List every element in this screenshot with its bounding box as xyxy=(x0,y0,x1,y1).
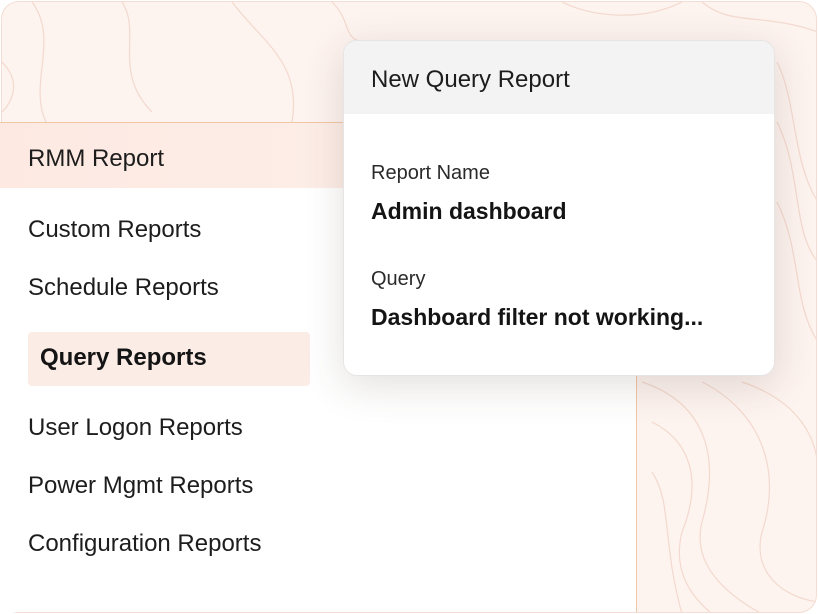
sidebar-item-power-mgmt-reports[interactable]: Power Mgmt Reports xyxy=(28,472,253,500)
report-name-label: Report Name xyxy=(371,162,490,184)
sidebar-item-custom-reports[interactable]: Custom Reports xyxy=(28,216,201,244)
query-label: Query xyxy=(371,268,426,290)
sidebar-item-label: Query Reports xyxy=(40,344,207,371)
card-header: New Query Report xyxy=(344,41,774,114)
query-value[interactable]: Dashboard filter not working... xyxy=(371,304,703,331)
sidebar-item-query-reports[interactable]: Query Reports xyxy=(28,332,310,386)
new-query-report-card: New Query Report Report Name Admin dashb… xyxy=(343,40,775,376)
sidebar-item-user-logon-reports[interactable]: User Logon Reports xyxy=(28,414,243,442)
sidebar-item-schedule-reports[interactable]: Schedule Reports xyxy=(28,274,219,302)
card-title: New Query Report xyxy=(371,66,570,93)
sidebar-item-configuration-reports[interactable]: Configuration Reports xyxy=(28,530,261,558)
sidebar-header-label: RMM Report xyxy=(28,145,165,172)
report-name-value[interactable]: Admin dashboard xyxy=(371,198,567,225)
